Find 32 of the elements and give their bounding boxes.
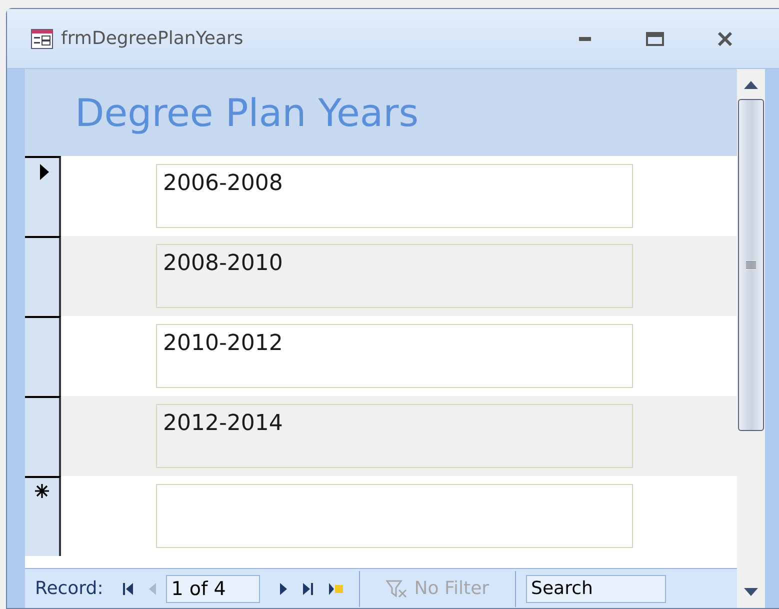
record-selector[interactable] xyxy=(25,396,61,476)
year-range-field[interactable]: 2006-2008 xyxy=(156,164,633,228)
search-field[interactable]: Search xyxy=(526,574,666,602)
filter-icon xyxy=(386,580,408,598)
form-heading: Degree Plan Years xyxy=(75,90,419,134)
record-position-field[interactable]: 1 of 4 xyxy=(166,574,260,602)
grip-icon xyxy=(746,261,756,269)
last-record-icon xyxy=(303,582,314,594)
form-icon xyxy=(31,28,53,48)
window-title: frmDegreePlanYears xyxy=(61,28,244,49)
current-record-icon xyxy=(40,164,49,180)
new-record-icon xyxy=(329,582,344,594)
scroll-up-icon xyxy=(744,81,758,89)
vertical-scrollbar[interactable] xyxy=(737,69,765,608)
record-selector[interactable] xyxy=(25,236,61,316)
scroll-down-icon xyxy=(744,588,758,596)
record-selector[interactable] xyxy=(25,156,61,236)
year-range-field[interactable] xyxy=(156,484,633,548)
close-icon xyxy=(717,32,733,46)
year-range-field[interactable]: 2010-2012 xyxy=(156,324,633,388)
maximize-icon xyxy=(646,32,664,46)
minimize-icon xyxy=(579,36,591,40)
year-range-field[interactable]: 2012-2014 xyxy=(156,404,633,468)
previous-record-icon xyxy=(149,582,156,594)
record-label: Record: xyxy=(35,578,104,599)
record-selector[interactable] xyxy=(25,476,61,556)
next-record-icon xyxy=(280,582,288,594)
scroll-thumb[interactable] xyxy=(738,99,764,431)
year-range-field[interactable]: 2008-2010 xyxy=(156,244,633,308)
record-selector[interactable] xyxy=(25,316,61,396)
first-record-icon xyxy=(123,582,134,594)
new-record-icon xyxy=(35,484,49,498)
